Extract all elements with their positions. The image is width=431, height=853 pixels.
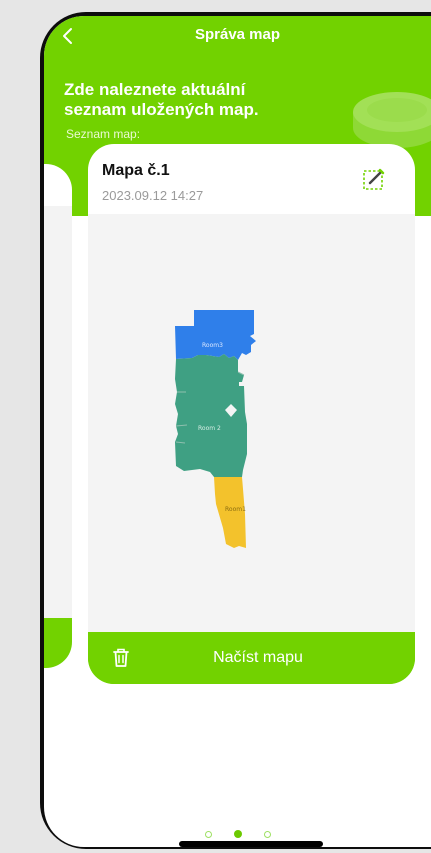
page-dot-2-active[interactable]: [233, 830, 242, 838]
trash-icon: [113, 648, 129, 667]
floor-map: Room3 Room 2 Room1: [175, 310, 256, 548]
edit-icon: [363, 168, 385, 190]
edit-map-button[interactable]: [361, 166, 387, 192]
page-dot-1[interactable]: [204, 830, 212, 838]
load-map-button[interactable]: Načíst mapu: [158, 642, 358, 674]
robot-vacuum-illustration: [353, 92, 431, 148]
page-title: Správa map: [194, 26, 281, 43]
map-card-header: Mapa č.1 2023.09.12 14:27: [88, 144, 415, 214]
room-3-area: [175, 310, 256, 360]
map-card: Mapa č.1 2023.09.12 14:27 Room3 Room 2 R…: [88, 144, 415, 684]
room-1-label: Room1: [225, 506, 246, 513]
map-preview[interactable]: Room3 Room 2 Room1: [88, 214, 415, 632]
map-date: 2023.09.12 14:27: [102, 188, 204, 203]
home-indicator[interactable]: [179, 841, 323, 847]
map-list-label: Seznam map:: [66, 127, 141, 141]
map-actions: Načíst mapu: [88, 632, 415, 684]
intro-text: Zde naleznete aktuální seznam uložených …: [64, 80, 259, 119]
delete-map-button[interactable]: [110, 646, 132, 670]
page-indicator: [44, 828, 431, 840]
room-3-label: Room3: [202, 342, 223, 349]
room-2-area: [175, 354, 247, 477]
page-dot-3[interactable]: [263, 830, 271, 838]
room-2-label: Room 2: [198, 425, 221, 432]
map-name: Mapa č.1: [102, 162, 170, 179]
previous-map-card[interactable]: [44, 164, 72, 668]
app-screen: Správa map Zde naleznete aktuální seznam…: [44, 16, 431, 847]
